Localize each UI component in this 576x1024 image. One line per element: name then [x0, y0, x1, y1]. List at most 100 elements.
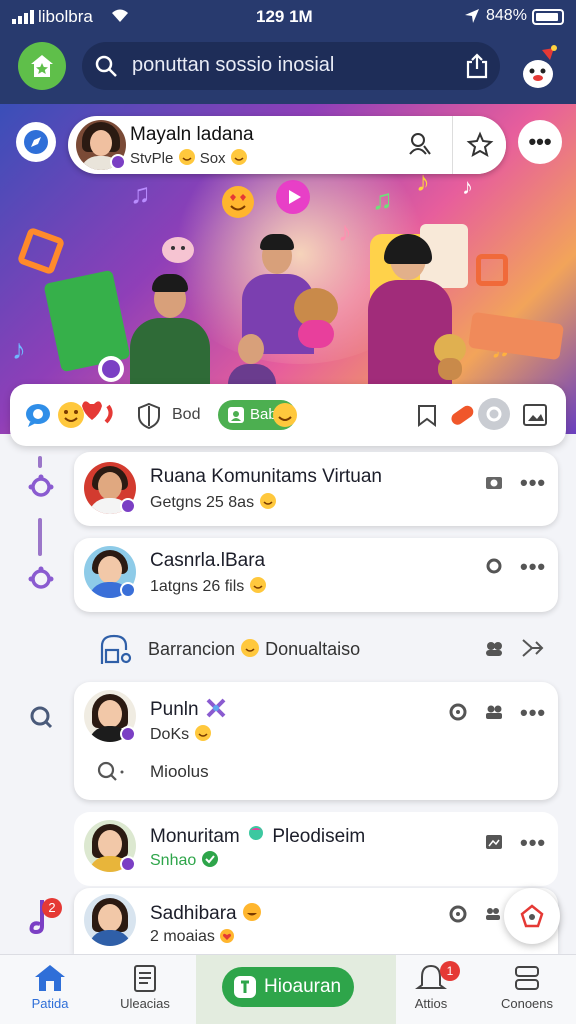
sparkle-icon — [206, 698, 226, 718]
music-note-icon: ♪ — [462, 174, 473, 199]
profile-name: Mayaln ladana — [130, 124, 254, 145]
music-note-icon: ♫ — [130, 178, 151, 209]
laughing-emoji-icon — [242, 903, 261, 921]
balloon-icon — [249, 826, 264, 840]
decor-pink-block — [467, 311, 565, 361]
smile-emoji-icon — [194, 725, 211, 741]
chat-icon — [234, 976, 256, 998]
nav-badge: 1 — [440, 961, 460, 981]
timeline-line — [38, 518, 42, 556]
heart-eyes-emoji-icon — [222, 186, 254, 218]
shield-icon[interactable] — [136, 402, 162, 430]
home-icon — [35, 965, 65, 991]
bookmark-icon[interactable] — [414, 402, 440, 428]
music-note-icon: ♫ — [372, 184, 393, 215]
camera-icon[interactable] — [484, 472, 504, 492]
nav-item-chat[interactable]: Hioauran — [222, 967, 354, 1007]
community-home-button[interactable] — [18, 42, 66, 90]
nav-item-menu[interactable]: Conoens — [494, 963, 560, 1011]
status-badge — [120, 726, 136, 742]
nav-label: Hioauran — [264, 976, 342, 997]
item-subtitle: 2 moaias — [150, 928, 235, 946]
list-item[interactable]: Monuritam Pleodiseim Snhao ••• — [74, 812, 558, 886]
status-badge — [120, 856, 136, 872]
settings-gear-icon[interactable] — [478, 398, 510, 430]
nav-item-documents[interactable]: Uleacias — [110, 963, 180, 1011]
group-icon[interactable] — [484, 702, 504, 722]
item-subtitle: Snhao — [150, 850, 219, 870]
image-gallery-icon[interactable] — [522, 402, 548, 428]
list-item[interactable]: Sadhibara 2 moaias — [74, 888, 558, 954]
notification-count-badge: 2 — [42, 898, 62, 918]
pill-capsule-icon[interactable] — [446, 400, 476, 430]
avatar — [84, 894, 136, 946]
logo-bubble-icon — [98, 356, 124, 382]
nav-item-activity[interactable]: 1 Attios — [396, 961, 466, 1011]
filter-label[interactable]: Bod — [172, 406, 200, 424]
settings-icon[interactable] — [448, 904, 468, 924]
list-item[interactable]: Punln DoKs ••• Mioolus — [74, 682, 558, 800]
more-options-button[interactable]: ••• — [518, 120, 562, 164]
profile-subtitle: StvPle Sox — [130, 148, 248, 167]
teddy-bear-illustration — [288, 288, 344, 348]
group-node-icon — [28, 474, 54, 497]
item-subtitle: 1atgns 26 fils — [150, 576, 267, 596]
search-node-icon — [30, 706, 53, 729]
share-arrow-icon[interactable] — [520, 636, 544, 660]
share-icon[interactable] — [464, 53, 490, 79]
item-title: Casnrla.lBara — [150, 550, 266, 571]
item-more-button[interactable]: ••• — [520, 700, 546, 726]
bottom-navigation: Patida Uleacias Hioauran 1 Attios Conoen… — [0, 954, 576, 1024]
star-outline-icon — [466, 131, 493, 158]
teddy-bear-illustration — [430, 334, 470, 380]
compose-fab-button[interactable] — [504, 888, 560, 944]
filter-toolbar: Bod Bab — [10, 384, 566, 446]
group-icon[interactable] — [484, 638, 504, 658]
item-title: Barrancion Donualtaiso — [148, 639, 361, 659]
house-star-icon — [31, 55, 53, 77]
broadcast-tower-icon — [100, 634, 132, 664]
item-title: Sadhibara — [150, 902, 262, 925]
item-more-button[interactable]: ••• — [520, 830, 546, 856]
item-title: Monuritam Pleodiseim — [150, 826, 366, 847]
link-icon[interactable] — [484, 556, 504, 576]
status-badge — [120, 498, 136, 514]
active-filter-chip[interactable]: Bab — [218, 400, 297, 430]
item-title: Punln — [150, 698, 228, 721]
item-subtitle: Getgns 25 8as — [150, 492, 277, 512]
play-bubble-icon — [276, 180, 310, 214]
nav-label: Conoens — [500, 996, 554, 1011]
group-icon[interactable] — [484, 906, 502, 922]
smile-emoji-icon — [273, 403, 297, 427]
item-title: Ruana Komunitams Virtuan — [150, 466, 382, 487]
group-node-icon — [28, 566, 54, 589]
chat-bubble-icon[interactable] — [24, 402, 52, 428]
smile-emoji-icon — [230, 149, 247, 165]
photo-frame-icon — [228, 407, 244, 423]
heart-emoji-icon — [220, 929, 235, 943]
list-item[interactable]: Casnrla.lBara 1atgns 26 fils ••• — [74, 538, 558, 612]
nav-item-home[interactable]: Patida — [18, 963, 82, 1011]
document-icon — [134, 965, 156, 992]
item-more-button[interactable]: ••• — [520, 470, 546, 496]
explore-button[interactable] — [16, 122, 56, 162]
wifi-icon — [112, 9, 128, 22]
list-item[interactable]: Barrancion Donualtaiso — [88, 624, 558, 674]
music-note-icon: ♪ — [338, 216, 352, 247]
search-icon[interactable] — [96, 760, 126, 784]
item-more-button[interactable]: ••• — [520, 554, 546, 580]
person-search-icon[interactable] — [406, 130, 434, 158]
image-icon[interactable] — [484, 832, 504, 852]
heart-reaction-icon[interactable] — [80, 396, 116, 428]
list-item[interactable]: Ruana Komunitams Virtuan Getgns 25 8as •… — [74, 452, 558, 526]
search-bar[interactable]: ponuttan sossio inosial — [82, 42, 500, 90]
app-header: libolbra 129 1M 848% ponuttan sossio ino… — [0, 0, 576, 104]
settings-icon[interactable] — [448, 702, 468, 722]
status-badge — [120, 582, 136, 598]
featured-profile-card[interactable]: Mayaln ladana StvPle Sox — [68, 116, 506, 174]
notification-node: 2 — [28, 896, 62, 941]
decor-frame — [476, 254, 508, 286]
menu-icon — [515, 966, 539, 990]
mascot-avatar-icon[interactable] — [514, 44, 562, 92]
item-extra-text: Mioolus — [150, 762, 209, 781]
